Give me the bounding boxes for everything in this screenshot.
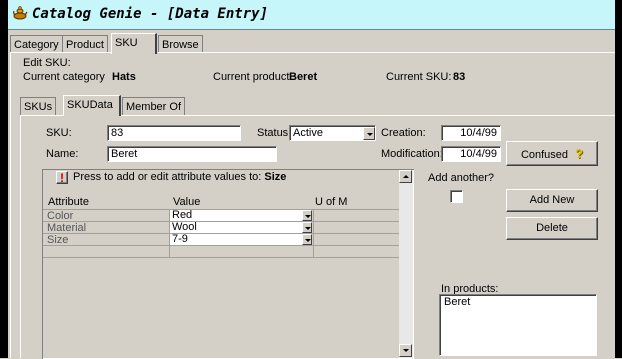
- value-dropdown-button[interactable]: [302, 210, 312, 221]
- chevron-down-icon: [367, 133, 373, 136]
- status-select[interactable]: Active: [289, 125, 376, 141]
- attribute-cell: Size: [47, 234, 69, 246]
- subtab-skus[interactable]: SKUs: [20, 97, 57, 115]
- name-input[interactable]: Beret: [107, 146, 277, 162]
- tab-browse[interactable]: Browse: [158, 35, 203, 53]
- value-cell: Red: [172, 209, 193, 221]
- scroll-down-button[interactable]: [399, 344, 412, 357]
- current-category-label: Current category: [23, 71, 105, 83]
- scroll-up-button[interactable]: [399, 170, 412, 183]
- arrow-down-icon: [403, 349, 409, 352]
- grid-row-divider: [43, 245, 399, 246]
- add-another-label: Add another?: [428, 172, 495, 184]
- confused-button-label: Confused: [520, 149, 569, 161]
- genie-lamp-icon: [13, 6, 28, 20]
- right-frame-border: [615, 0, 622, 358]
- column-header-attribute: Attribute: [48, 196, 89, 208]
- value-dropdown-button[interactable]: [302, 222, 312, 233]
- edit-sku-heading: Edit SKU:: [23, 57, 71, 69]
- value-cell: Wool: [172, 221, 197, 233]
- modification-date: 10/4/99: [441, 146, 501, 162]
- tab-product[interactable]: Product: [62, 35, 108, 53]
- confused-button[interactable]: Confused ?: [506, 141, 598, 166]
- modification-label: Modification:: [381, 148, 443, 160]
- status-label: Status:: [257, 127, 292, 139]
- tab-sku[interactable]: SKU: [111, 33, 157, 54]
- current-product-label: Current product: [213, 71, 290, 83]
- value-cell: 7-9: [172, 233, 188, 245]
- panel-top-edge-right: [158, 52, 615, 53]
- in-products-list[interactable]: Beret: [439, 294, 597, 356]
- subtab-member-of[interactable]: Member Of: [122, 97, 186, 115]
- grid-scrollbar[interactable]: [399, 170, 413, 358]
- column-header-value: Value: [173, 196, 201, 208]
- add-new-button[interactable]: Add New: [506, 189, 598, 212]
- add-another-checkbox[interactable]: [450, 190, 463, 203]
- list-item[interactable]: Beret: [444, 296, 470, 308]
- arrow-up-icon: [403, 175, 409, 178]
- value-dropdown[interactable]: Red: [170, 210, 312, 221]
- alert-button[interactable]: !: [56, 171, 68, 185]
- panel-left-edge: [10, 52, 11, 358]
- value-dropdown-button[interactable]: [302, 234, 312, 245]
- panel-top-edge-left: [10, 52, 111, 53]
- exclamation-icon: !: [60, 171, 64, 185]
- window-title: Catalog Genie - [Data Entry]: [32, 6, 269, 22]
- sku-label: SKU:: [46, 127, 72, 139]
- subpanel-left-edge: [20, 115, 21, 358]
- sku-input[interactable]: 83: [107, 125, 241, 141]
- attribute-prompt-text: Press to add or edit attribute values to…: [73, 171, 262, 183]
- subpanel-top-edge-left: [20, 115, 63, 116]
- subpanel-top-edge-right: [121, 115, 615, 116]
- grid-col-divider: [313, 209, 314, 257]
- question-mark-icon: ?: [575, 146, 584, 161]
- attribute-cell: Material: [47, 222, 87, 234]
- status-dropdown-button[interactable]: [363, 127, 375, 140]
- title-bar: Catalog Genie - [Data Entry]: [8, 0, 615, 30]
- current-category-value: Hats: [112, 71, 136, 83]
- current-sku-value: 83: [453, 71, 466, 83]
- name-label: Name:: [46, 148, 79, 160]
- column-header-uom: U of M: [315, 196, 348, 208]
- attribute-prompt-target: Size: [264, 171, 287, 183]
- current-product-value: Beret: [289, 71, 318, 83]
- left-frame-border: [0, 0, 8, 358]
- creation-label: Creation:: [381, 127, 426, 139]
- current-sku-label: Current SKU:: [386, 71, 452, 83]
- creation-date: 10/4/99: [441, 125, 501, 141]
- subtab-skudata[interactable]: SKUData: [63, 95, 121, 116]
- attribute-cell: Color: [47, 210, 74, 222]
- attribute-prompt: Press to add or edit attribute values to…: [73, 171, 286, 183]
- value-dropdown[interactable]: Wool: [170, 222, 312, 233]
- grid-row-divider: [43, 257, 399, 258]
- tab-category[interactable]: Category: [10, 35, 63, 53]
- delete-button[interactable]: Delete: [506, 217, 598, 240]
- chevron-down-icon: [305, 239, 311, 242]
- status-select-value: Active: [293, 127, 323, 139]
- chevron-down-icon: [305, 215, 311, 218]
- chevron-down-icon: [305, 227, 311, 230]
- value-dropdown[interactable]: 7-9: [170, 234, 312, 245]
